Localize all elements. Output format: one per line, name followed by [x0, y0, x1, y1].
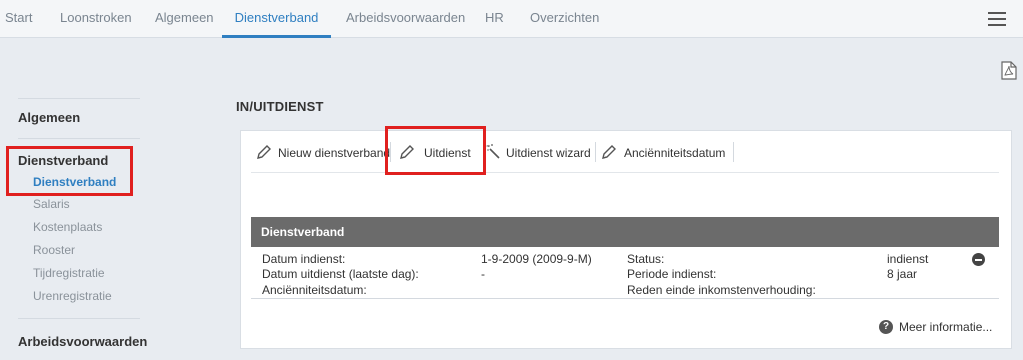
toolbar-divider-line: [251, 172, 999, 173]
sidebar-divider: [18, 138, 140, 139]
periode-indienst-label: Periode indienst:: [627, 267, 717, 281]
magic-wand-icon: [486, 144, 500, 159]
datum-uitdienst-label: Datum uitdienst (laatste dag):: [262, 267, 419, 281]
dienstverband-divider: [251, 298, 999, 299]
sidebar-item-tijdregistratie[interactable]: Tijdregistratie: [33, 266, 105, 280]
top-navigation: Start Loonstroken Algemeen Dienstverband…: [0, 0, 1023, 38]
tab-start[interactable]: Start: [5, 0, 32, 38]
status-value: indienst: [887, 252, 929, 266]
datum-indienst-label: Datum indienst:: [262, 252, 346, 266]
status-label: Status:: [627, 252, 665, 266]
ancienniteitsdatum-button[interactable]: Anciënniteitsdatum: [601, 143, 729, 163]
sidebar-item-rooster[interactable]: Rooster: [33, 243, 75, 257]
sidebar-section-algemeen[interactable]: Algemeen: [18, 110, 80, 125]
pdf-icon[interactable]: [1001, 61, 1017, 80]
reden-einde-label: Reden einde inkomstenverhouding:: [627, 283, 816, 297]
sidebar-item-urenregistratie[interactable]: Urenregistratie: [33, 289, 112, 303]
pencil-icon: [257, 145, 271, 159]
tab-overzichten[interactable]: Overzichten: [530, 0, 599, 38]
sidebar-divider: [18, 98, 140, 99]
tab-loonstroken[interactable]: Loonstroken: [60, 0, 132, 38]
sidebar-divider: [18, 318, 140, 319]
ancienniteitsdatum-field-label: Anciënniteitsdatum:: [262, 283, 367, 297]
hamburger-icon[interactable]: [988, 12, 1006, 26]
tab-dienstverband[interactable]: Dienstverband: [222, 0, 331, 38]
tab-algemeen[interactable]: Algemeen: [155, 0, 214, 38]
more-info-label: Meer informatie...: [899, 320, 993, 334]
sidebar-item-kostenplaats[interactable]: Kostenplaats: [33, 220, 102, 234]
highlight-box: [385, 126, 486, 175]
sidebar-item-salaris[interactable]: Salaris: [33, 197, 70, 211]
toolbar-divider: [733, 142, 734, 162]
help-icon: ?: [879, 320, 893, 334]
new-dienstverband-label: Nieuw dienstverband: [278, 146, 391, 160]
datum-indienst-value: 1-9-2009 (2009-9-M): [481, 252, 592, 266]
dienstverband-header: Dienstverband: [251, 217, 999, 247]
pencil-icon: [602, 145, 616, 159]
tab-hr[interactable]: HR: [485, 0, 504, 38]
uitdienst-wizard-label: Uitdienst wizard: [506, 146, 591, 160]
datum-uitdienst-value: -: [481, 267, 485, 281]
ancienniteitsdatum-label: Anciënniteitsdatum: [624, 146, 726, 160]
tab-arbeidsvoorwaarden[interactable]: Arbeidsvoorwaarden: [346, 0, 465, 38]
highlight-box: [6, 146, 133, 196]
collapse-minus-icon[interactable]: [972, 253, 985, 266]
main-panel: Nieuw dienstverband Uitdienst Uitdienst …: [240, 130, 1012, 349]
uitdienst-wizard-button[interactable]: Uitdienst wizard: [486, 143, 594, 163]
sidebar: Algemeen Dienstverband Dienstverband Sal…: [0, 40, 150, 360]
periode-indienst-value: 8 jaar: [887, 267, 918, 281]
toolbar-divider: [595, 142, 596, 162]
new-dienstverband-button[interactable]: Nieuw dienstverband: [256, 143, 390, 163]
sidebar-section-arbeidsvoorwaarden[interactable]: Arbeidsvoorwaarden: [18, 334, 147, 349]
page-title: IN/UITDIENST: [236, 99, 324, 114]
